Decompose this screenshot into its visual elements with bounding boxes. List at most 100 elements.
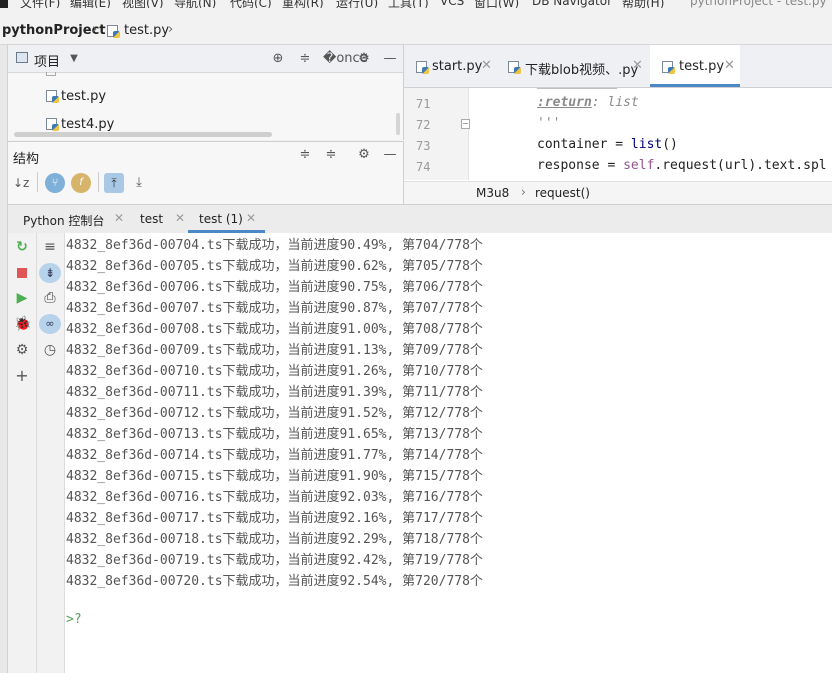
console-line: 4832_8ef36d-00719.ts下载成功，当前进度92.42%, 第71… bbox=[66, 553, 483, 568]
menu-run[interactable]: 运行(U) bbox=[336, 0, 378, 8]
scroll-to-end-icon[interactable]: ⇟ bbox=[39, 263, 61, 283]
fold-icon[interactable]: − bbox=[461, 119, 470, 129]
code-line-72[interactable]: ''' bbox=[537, 116, 560, 131]
expand-all-icon[interactable]: ≑ bbox=[297, 51, 313, 67]
line-number-gutter: 71 72 73 74 − bbox=[404, 88, 470, 180]
tree-item-label: test.py bbox=[61, 89, 107, 104]
console-prompt[interactable]: >? bbox=[66, 612, 82, 627]
code-line-71[interactable]: :return: list bbox=[537, 95, 639, 110]
project-view-icon bbox=[16, 52, 28, 63]
minimize-icon[interactable]: — bbox=[382, 147, 398, 163]
tree-item-label: test4.py bbox=[61, 117, 115, 132]
menu-edit[interactable]: 编辑(E) bbox=[70, 0, 111, 8]
doc-type: : list bbox=[591, 95, 639, 110]
python-file-icon bbox=[46, 118, 59, 131]
minimize-icon[interactable]: — bbox=[382, 51, 398, 67]
close-icon[interactable]: ✕ bbox=[632, 58, 643, 73]
menu-code[interactable]: 代码(C) bbox=[230, 0, 272, 8]
soft-wrap-icon[interactable]: ≡ bbox=[42, 239, 58, 255]
menu-help[interactable]: 帮助(H) bbox=[622, 0, 664, 8]
menu-view[interactable]: 视图(V) bbox=[122, 0, 164, 8]
app-icon bbox=[0, 0, 8, 8]
close-icon[interactable]: ✕ bbox=[175, 211, 185, 225]
rerun-icon[interactable]: ↻ bbox=[14, 239, 30, 255]
console-line: 4832_8ef36d-00706.ts下载成功，当前进度90.75%, 第70… bbox=[66, 280, 483, 295]
menu-refactor[interactable]: 重构(R) bbox=[282, 0, 324, 8]
debug-icon[interactable]: 🐞 bbox=[14, 316, 31, 332]
window-title: pythonProject - test.py bbox=[690, 0, 827, 8]
console-line: 4832_8ef36d-00707.ts下载成功，当前进度90.87%, 第70… bbox=[66, 301, 483, 316]
tree-item-test-py[interactable]: test.py bbox=[46, 89, 106, 104]
tab-label: Python 控制台 bbox=[23, 214, 105, 228]
breadcrumb-project[interactable]: pythonProject bbox=[2, 23, 106, 38]
vertical-scrollbar[interactable] bbox=[396, 113, 400, 135]
tree-item-partial bbox=[46, 72, 106, 76]
sort-alpha-icon[interactable]: ↓z bbox=[13, 175, 29, 191]
code-line-73[interactable]: container = list() bbox=[537, 137, 678, 152]
collapse-all-icon[interactable]: ≑ bbox=[323, 147, 339, 163]
crumb-method[interactable]: request() bbox=[535, 186, 590, 200]
settings-icon[interactable]: ⚙ bbox=[14, 342, 30, 358]
show-fields-icon[interactable]: f bbox=[71, 173, 91, 193]
tab-start-py[interactable]: start.py ✕ bbox=[404, 45, 499, 87]
console-line: 4832_8ef36d-00714.ts下载成功，当前进度91.77%, 第71… bbox=[66, 448, 483, 463]
menu-db-navigator[interactable]: DB Navigator bbox=[532, 0, 612, 8]
menu-window[interactable]: 窗口(W) bbox=[474, 0, 519, 8]
console-line: 4832_8ef36d-00704.ts下载成功，当前进度90.49%, 第70… bbox=[66, 238, 483, 253]
collapse-all-icon[interactable]: �once bbox=[323, 51, 368, 67]
tree-item-test4-py[interactable]: test4.py bbox=[46, 117, 114, 132]
project-panel-title[interactable]: 项目 bbox=[34, 51, 60, 70]
console-output[interactable]: 4832_8ef36d-00704.ts下载成功，当前进度90.49%, 第70… bbox=[65, 233, 832, 673]
chevron-right-icon: › bbox=[168, 22, 174, 37]
project-panel: 项目 ▼ ⊕ ≑ �once ⚙ — test.py test4.py bbox=[8, 45, 404, 140]
stop-icon[interactable] bbox=[14, 265, 30, 281]
autoscroll-from-source-icon[interactable]: ⤓ bbox=[131, 175, 147, 191]
print-icon[interactable]: ⎙ bbox=[42, 290, 58, 306]
show-inherited-icon[interactable]: ⑂ bbox=[45, 173, 65, 193]
menu-bar: 文件(F) 编辑(E) 视图(V) 导航(N) 代码(C) 重构(R) 运行(U… bbox=[0, 0, 832, 8]
close-icon[interactable]: ✕ bbox=[724, 58, 735, 73]
console-toolbar: ≡ ⇟ ⎙ ∞ ◷ bbox=[37, 233, 65, 673]
code-text: () bbox=[662, 137, 678, 152]
add-icon[interactable]: + bbox=[14, 368, 30, 384]
gear-icon[interactable]: ⚙ bbox=[356, 51, 372, 67]
tab-test-py[interactable]: test.py ✕ bbox=[650, 45, 740, 87]
history-icon[interactable]: ◷ bbox=[42, 342, 58, 358]
python-file-icon bbox=[508, 61, 521, 74]
breadcrumb-file[interactable]: test.py bbox=[124, 23, 169, 38]
tab-label: 下载blob视频、.py bbox=[525, 63, 639, 78]
console-line: 4832_8ef36d-00708.ts下载成功，当前进度91.00%, 第70… bbox=[66, 322, 483, 337]
tab-download-blob-py[interactable]: 下载blob视频、.py ✕ bbox=[500, 45, 648, 87]
tab-test[interactable]: test ✕ bbox=[132, 205, 190, 232]
close-icon[interactable]: ✕ bbox=[481, 58, 492, 73]
horizontal-scrollbar[interactable] bbox=[14, 132, 272, 137]
menu-navigate[interactable]: 导航(N) bbox=[174, 0, 216, 8]
locate-icon[interactable]: ⊕ bbox=[270, 51, 286, 67]
line-number: 72 bbox=[416, 118, 431, 132]
menu-vcs[interactable]: VCS bbox=[440, 0, 464, 8]
toolbar-divider bbox=[37, 172, 38, 192]
close-icon[interactable]: ✕ bbox=[246, 211, 256, 225]
run-tabs: Python 控制台 ✕ test ✕ test (1) ✕ bbox=[8, 204, 832, 234]
autoscroll-to-source-icon[interactable]: ⤒ bbox=[104, 173, 124, 193]
tab-label: test bbox=[140, 212, 164, 226]
gear-icon[interactable]: ⚙ bbox=[356, 147, 372, 163]
run-icon[interactable]: ▶ bbox=[14, 290, 30, 306]
left-tool-stripe bbox=[0, 45, 8, 673]
toolbar-divider bbox=[98, 172, 99, 192]
chevron-right-icon: › bbox=[521, 185, 526, 199]
menu-tools[interactable]: 工具(T) bbox=[388, 0, 429, 8]
chevron-down-icon[interactable]: ▼ bbox=[66, 51, 82, 67]
tab-test-1[interactable]: test (1) ✕ bbox=[188, 205, 265, 233]
code-line-partial bbox=[537, 88, 617, 89]
python-file-icon bbox=[107, 25, 120, 38]
menu-file[interactable]: 文件(F) bbox=[20, 0, 60, 8]
show-variables-icon[interactable]: ∞ bbox=[39, 314, 61, 334]
close-icon[interactable]: ✕ bbox=[114, 211, 124, 225]
code-line-74[interactable]: response = self.request(url).text.spl bbox=[537, 158, 827, 173]
console-line: 4832_8ef36d-00720.ts下载成功，当前进度92.54%, 第72… bbox=[66, 574, 483, 589]
crumb-class[interactable]: M3u8 bbox=[476, 186, 509, 200]
expand-all-icon[interactable]: ≑ bbox=[297, 147, 313, 163]
tab-python-console[interactable]: Python 控制台 ✕ bbox=[14, 205, 126, 232]
structure-panel-title[interactable]: 结构 bbox=[13, 148, 39, 167]
